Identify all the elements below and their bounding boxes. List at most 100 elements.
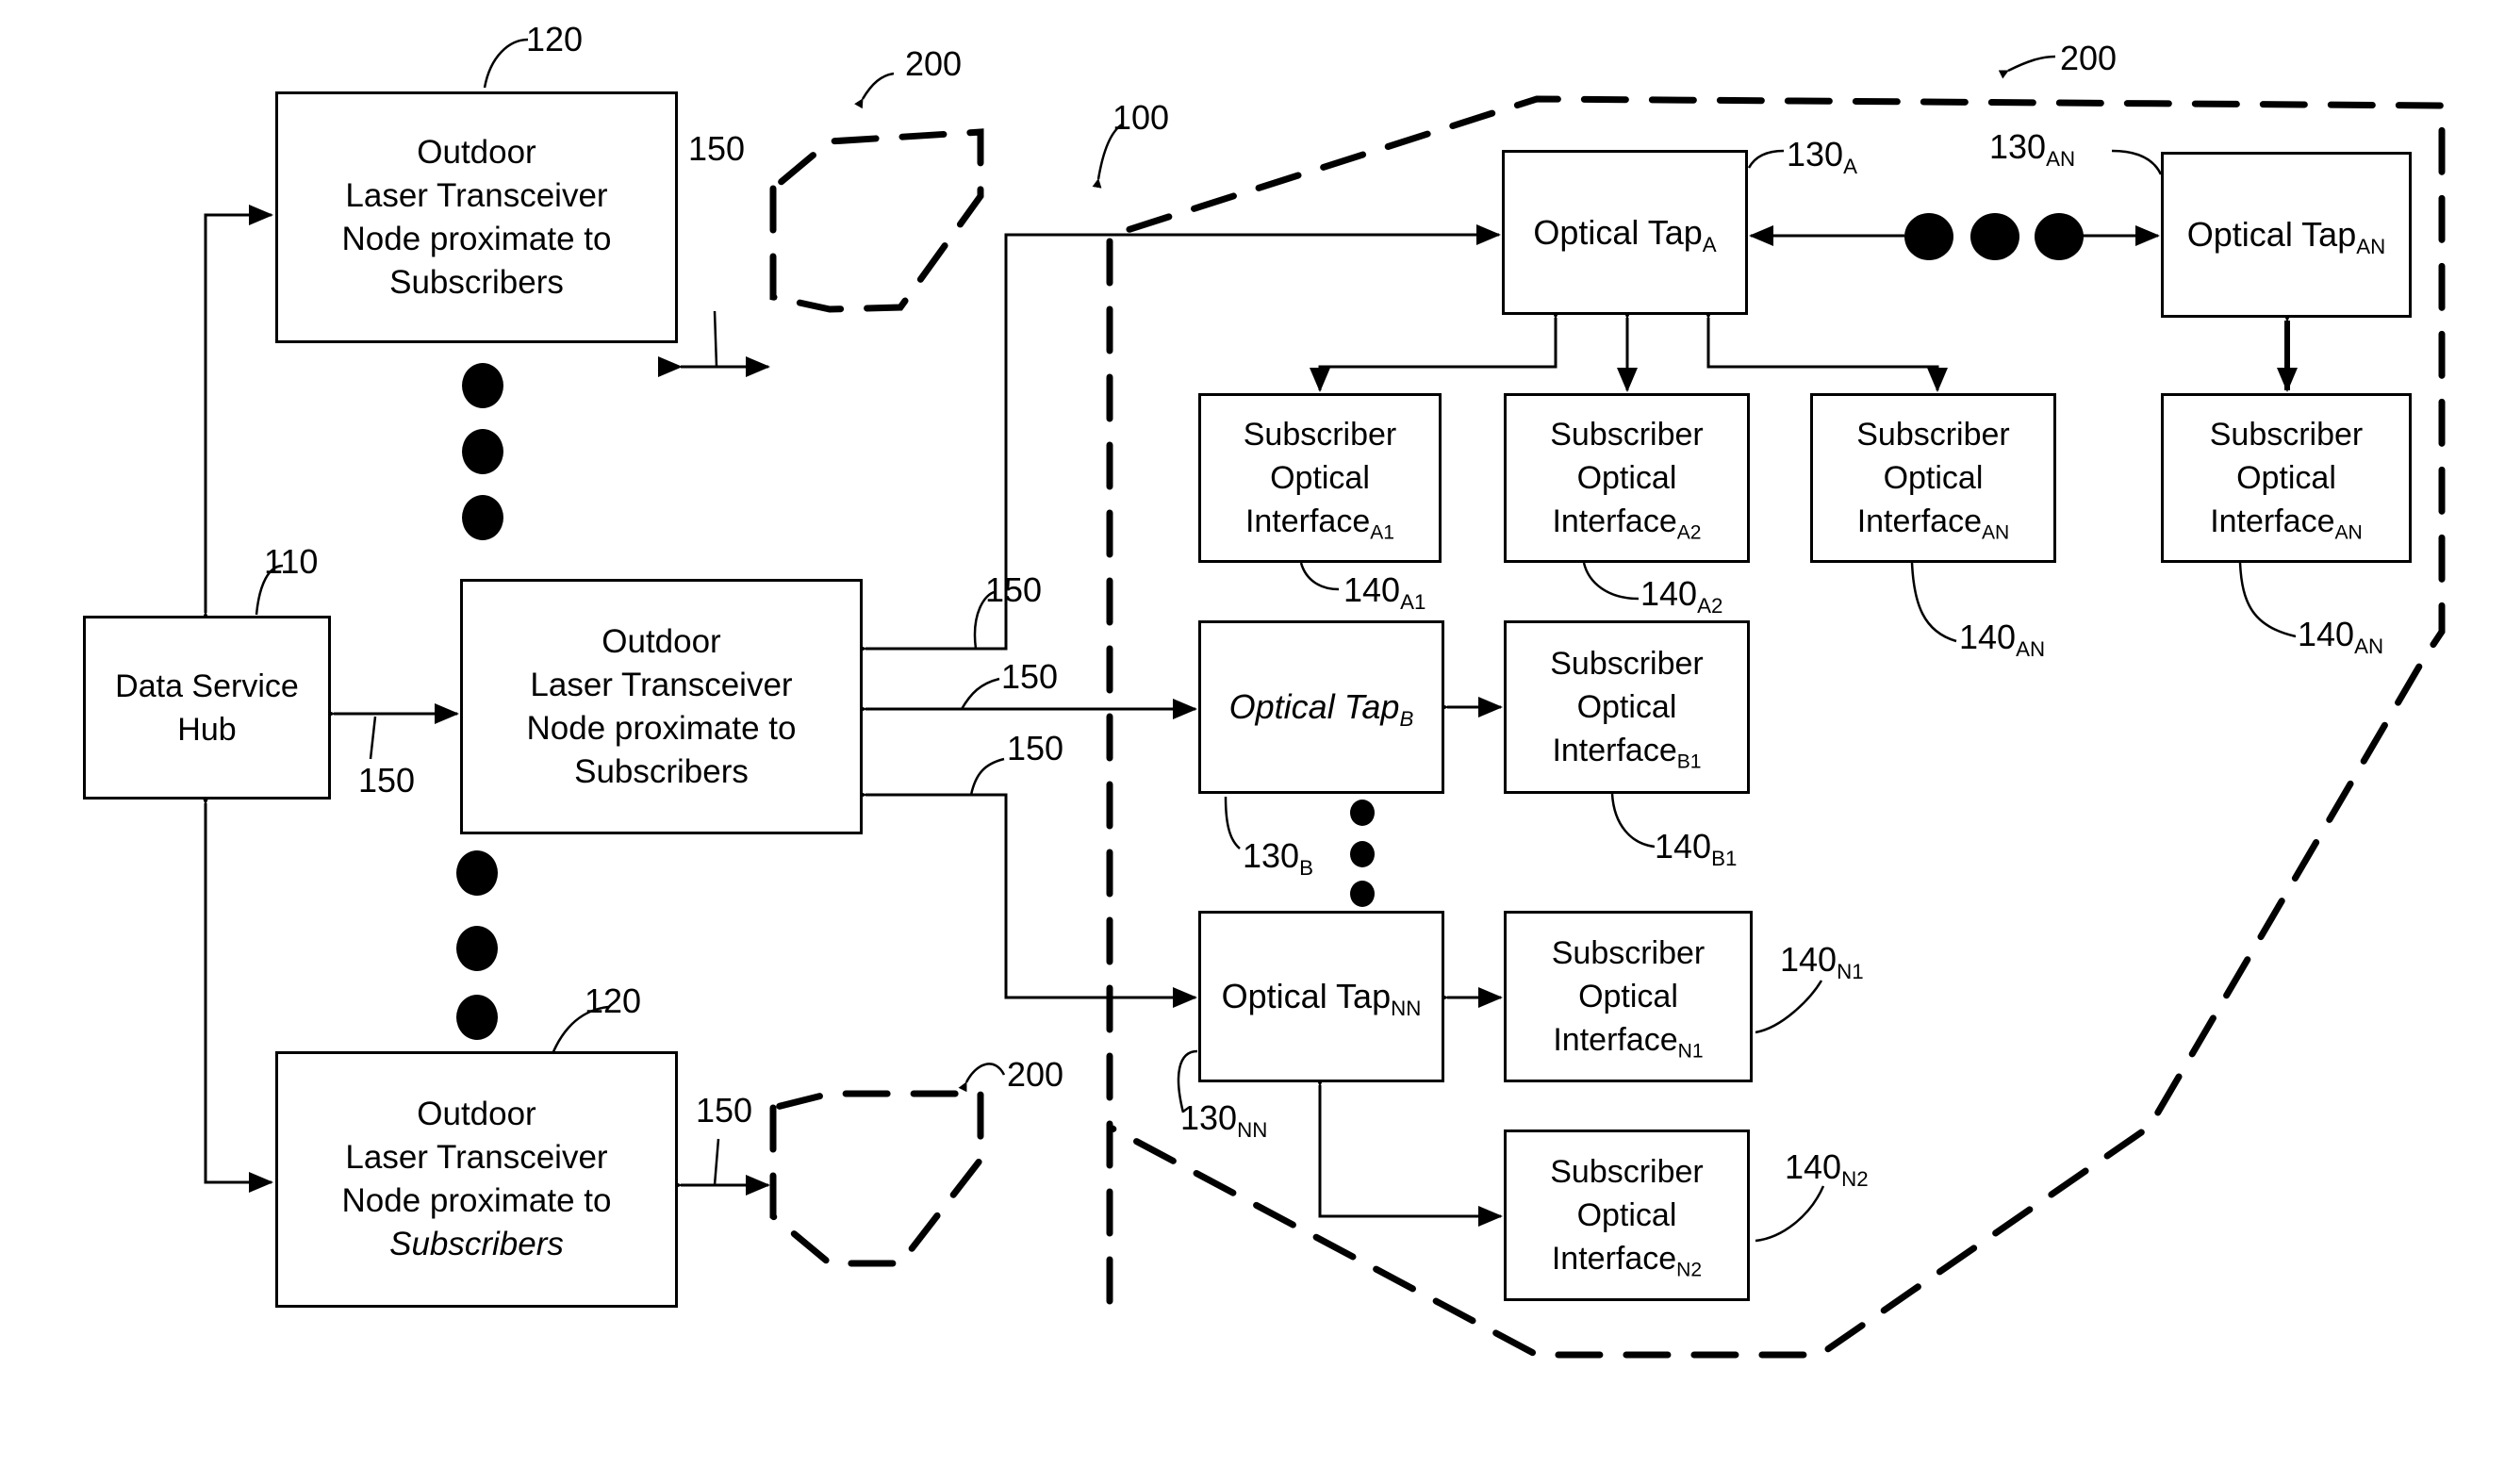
subscriber-optical-interface-n1: Subscriber Optical InterfaceN1: [1504, 911, 1753, 1082]
soi-an-line-1: Subscriber: [1856, 417, 2010, 453]
soi-a2-text: Interface: [1552, 503, 1677, 539]
ref-140n2-num: 140: [1785, 1147, 1842, 1186]
leader-140a2: [1582, 562, 1640, 601]
ref-110: 110: [264, 542, 319, 581]
ref-150-mid1: 150: [985, 570, 1043, 609]
ellipsis-dot-icon: [462, 495, 503, 540]
soi-n2-line-1: Subscriber: [1550, 1154, 1704, 1190]
ref-140n2-sub: N2: [1841, 1166, 1869, 1191]
ref-200-top-left: 200: [905, 44, 963, 83]
optical-tap-an: Optical TapAN: [2161, 152, 2412, 318]
optical-tap-b-label: Optical TapB: [1229, 685, 1414, 729]
ref-150-hub: 150: [358, 761, 416, 800]
leader-200-bottom: [958, 1063, 1006, 1093]
tap-b-subscript: B: [1399, 706, 1414, 731]
soi-n1-subscript: N1: [1677, 1040, 1704, 1063]
soi-n1-text: Interface: [1553, 1022, 1678, 1058]
ref-130a-num: 130: [1787, 135, 1844, 173]
soi-n2-subscript: N2: [1676, 1259, 1703, 1281]
soi-n2-line-3: InterfaceN2: [1550, 1237, 1704, 1280]
tap-b-text: Optical Tap: [1228, 687, 1400, 726]
ref-140an-num: 140: [1959, 618, 2017, 656]
tap-an-text: Optical Tap: [2186, 215, 2357, 254]
node-bottom-line-2: Laser Transceiver: [345, 1139, 608, 1176]
soi-b1-line-2: Optical: [1576, 689, 1677, 725]
soi-an-line-2: Optical: [1883, 460, 1984, 496]
ref-140n2: 140N2: [1785, 1147, 1869, 1190]
leader-150-hub: [369, 716, 377, 760]
ref-140b1-sub: B1: [1711, 846, 1738, 870]
node-top-line-4: Subscribers: [389, 263, 564, 301]
ellipsis-dot-icon: [2035, 213, 2084, 260]
node-top-line-3: Node proximate to: [341, 220, 612, 257]
optical-tap-b: Optical TapB: [1198, 620, 1444, 794]
ellipsis-dot-icon: [456, 850, 498, 896]
link-hub-bottom-node: [195, 781, 273, 1193]
ref-130a-sub: A: [1843, 154, 1857, 178]
soi-n1-line-3: InterfaceN1: [1552, 1018, 1706, 1062]
subscriber-optical-interface-a1: Subscriber Optical InterfaceA1: [1198, 393, 1442, 563]
leader-140b1: [1610, 793, 1656, 849]
soi-an-right-line-1: Subscriber: [2209, 417, 2364, 453]
soi-b1-line-1: Subscriber: [1550, 646, 1704, 682]
soi-an-right-line-3: InterfaceAN: [2210, 500, 2364, 543]
soi-n2-label: Subscriber Optical InterfaceN2: [1550, 1150, 1704, 1280]
soi-a1-subscript: A1: [1370, 521, 1395, 544]
ellipsis-dot-icon: [1970, 213, 2019, 260]
ref-100: 100: [1112, 98, 1170, 137]
optical-tap-a: Optical TapA: [1502, 150, 1748, 315]
tap-an-subscript: AN: [2356, 234, 2386, 258]
ellipsis-dot-icon: [1904, 213, 1953, 260]
ref-130a: 130A: [1787, 135, 1857, 177]
ref-140a1-sub: A1: [1400, 589, 1426, 614]
optical-tap-nn: Optical TapNN: [1198, 911, 1444, 1082]
subscriber-optical-interface-an: Subscriber Optical InterfaceAN: [1810, 393, 2056, 563]
ref-140a1-num: 140: [1343, 570, 1401, 609]
ellipsis-dot-icon: [456, 995, 498, 1040]
ref-150-mid3: 150: [1007, 729, 1064, 767]
tap-nn-text: Optical Tap: [1221, 977, 1392, 1015]
ref-140a2-sub: A2: [1697, 593, 1723, 618]
tap-a-text: Optical Tap: [1533, 212, 1703, 252]
soi-an-right-label: Subscriber Optical InterfaceAN: [2210, 413, 2364, 543]
soi-b1-text: Interface: [1552, 733, 1677, 768]
optical-tap-an-label: Optical TapAN: [2187, 213, 2385, 256]
node-bottom-line-1: Outdoor: [417, 1096, 536, 1132]
node-bottom-label: Outdoor Laser Transceiver Node proximate…: [342, 1093, 612, 1266]
ref-140n1-sub: N1: [1837, 959, 1864, 983]
ref-140an-right-sub: AN: [2354, 634, 2384, 658]
ref-200-bottom: 200: [1007, 1055, 1064, 1094]
soi-an-right-text: Interface: [2210, 503, 2335, 539]
ref-140a1: 140A1: [1343, 570, 1426, 613]
soi-an-line-3: InterfaceAN: [1856, 500, 2010, 543]
subscriber-group-boundary-top: [769, 128, 984, 313]
soi-an-right-subscript: AN: [2334, 521, 2363, 544]
laser-transceiver-node-bottom: Outdoor Laser Transceiver Node proximate…: [275, 1051, 678, 1308]
leader-200-top-right: [1998, 55, 2056, 79]
ellipsis-dot-icon: [1350, 800, 1375, 826]
ref-140a2-num: 140: [1640, 574, 1698, 613]
soi-a1-line-2: Optical: [1270, 460, 1370, 496]
ref-200-top-right: 200: [2060, 39, 2118, 77]
soi-b1-line-3: InterfaceB1: [1550, 729, 1704, 772]
leader-150-mid3: [969, 757, 1005, 796]
soi-a2-line-3: InterfaceA2: [1550, 500, 1704, 543]
subscriber-optical-interface-a2: Subscriber Optical InterfaceA2: [1504, 393, 1750, 563]
node-bottom-line-3: Node proximate to: [341, 1182, 612, 1219]
soi-a1-label: Subscriber Optical InterfaceA1: [1244, 413, 1397, 543]
soi-n1-label: Subscriber Optical InterfaceN1: [1552, 932, 1706, 1062]
leader-150-mid2: [960, 677, 1000, 710]
leader-120-top: [483, 38, 529, 89]
soi-a1-line-3: InterfaceA1: [1244, 500, 1397, 543]
node-middle-label: Outdoor Laser Transceiver Node proximate…: [527, 620, 797, 794]
leader-130b: [1224, 796, 1241, 849]
soi-n1-line-1: Subscriber: [1551, 935, 1706, 971]
optical-tap-nn-label: Optical TapNN: [1222, 975, 1422, 1018]
node-middle-line-2: Laser Transceiver: [530, 666, 793, 703]
node-middle-line-3: Node proximate to: [526, 709, 797, 747]
link-middle-node-tap-nn: [843, 784, 1197, 1008]
ref-140a2: 140A2: [1640, 574, 1722, 617]
ellipsis-dot-icon: [1350, 881, 1375, 907]
node-top-label: Outdoor Laser Transceiver Node proximate…: [342, 131, 612, 305]
node-middle-line-1: Outdoor: [602, 622, 721, 660]
